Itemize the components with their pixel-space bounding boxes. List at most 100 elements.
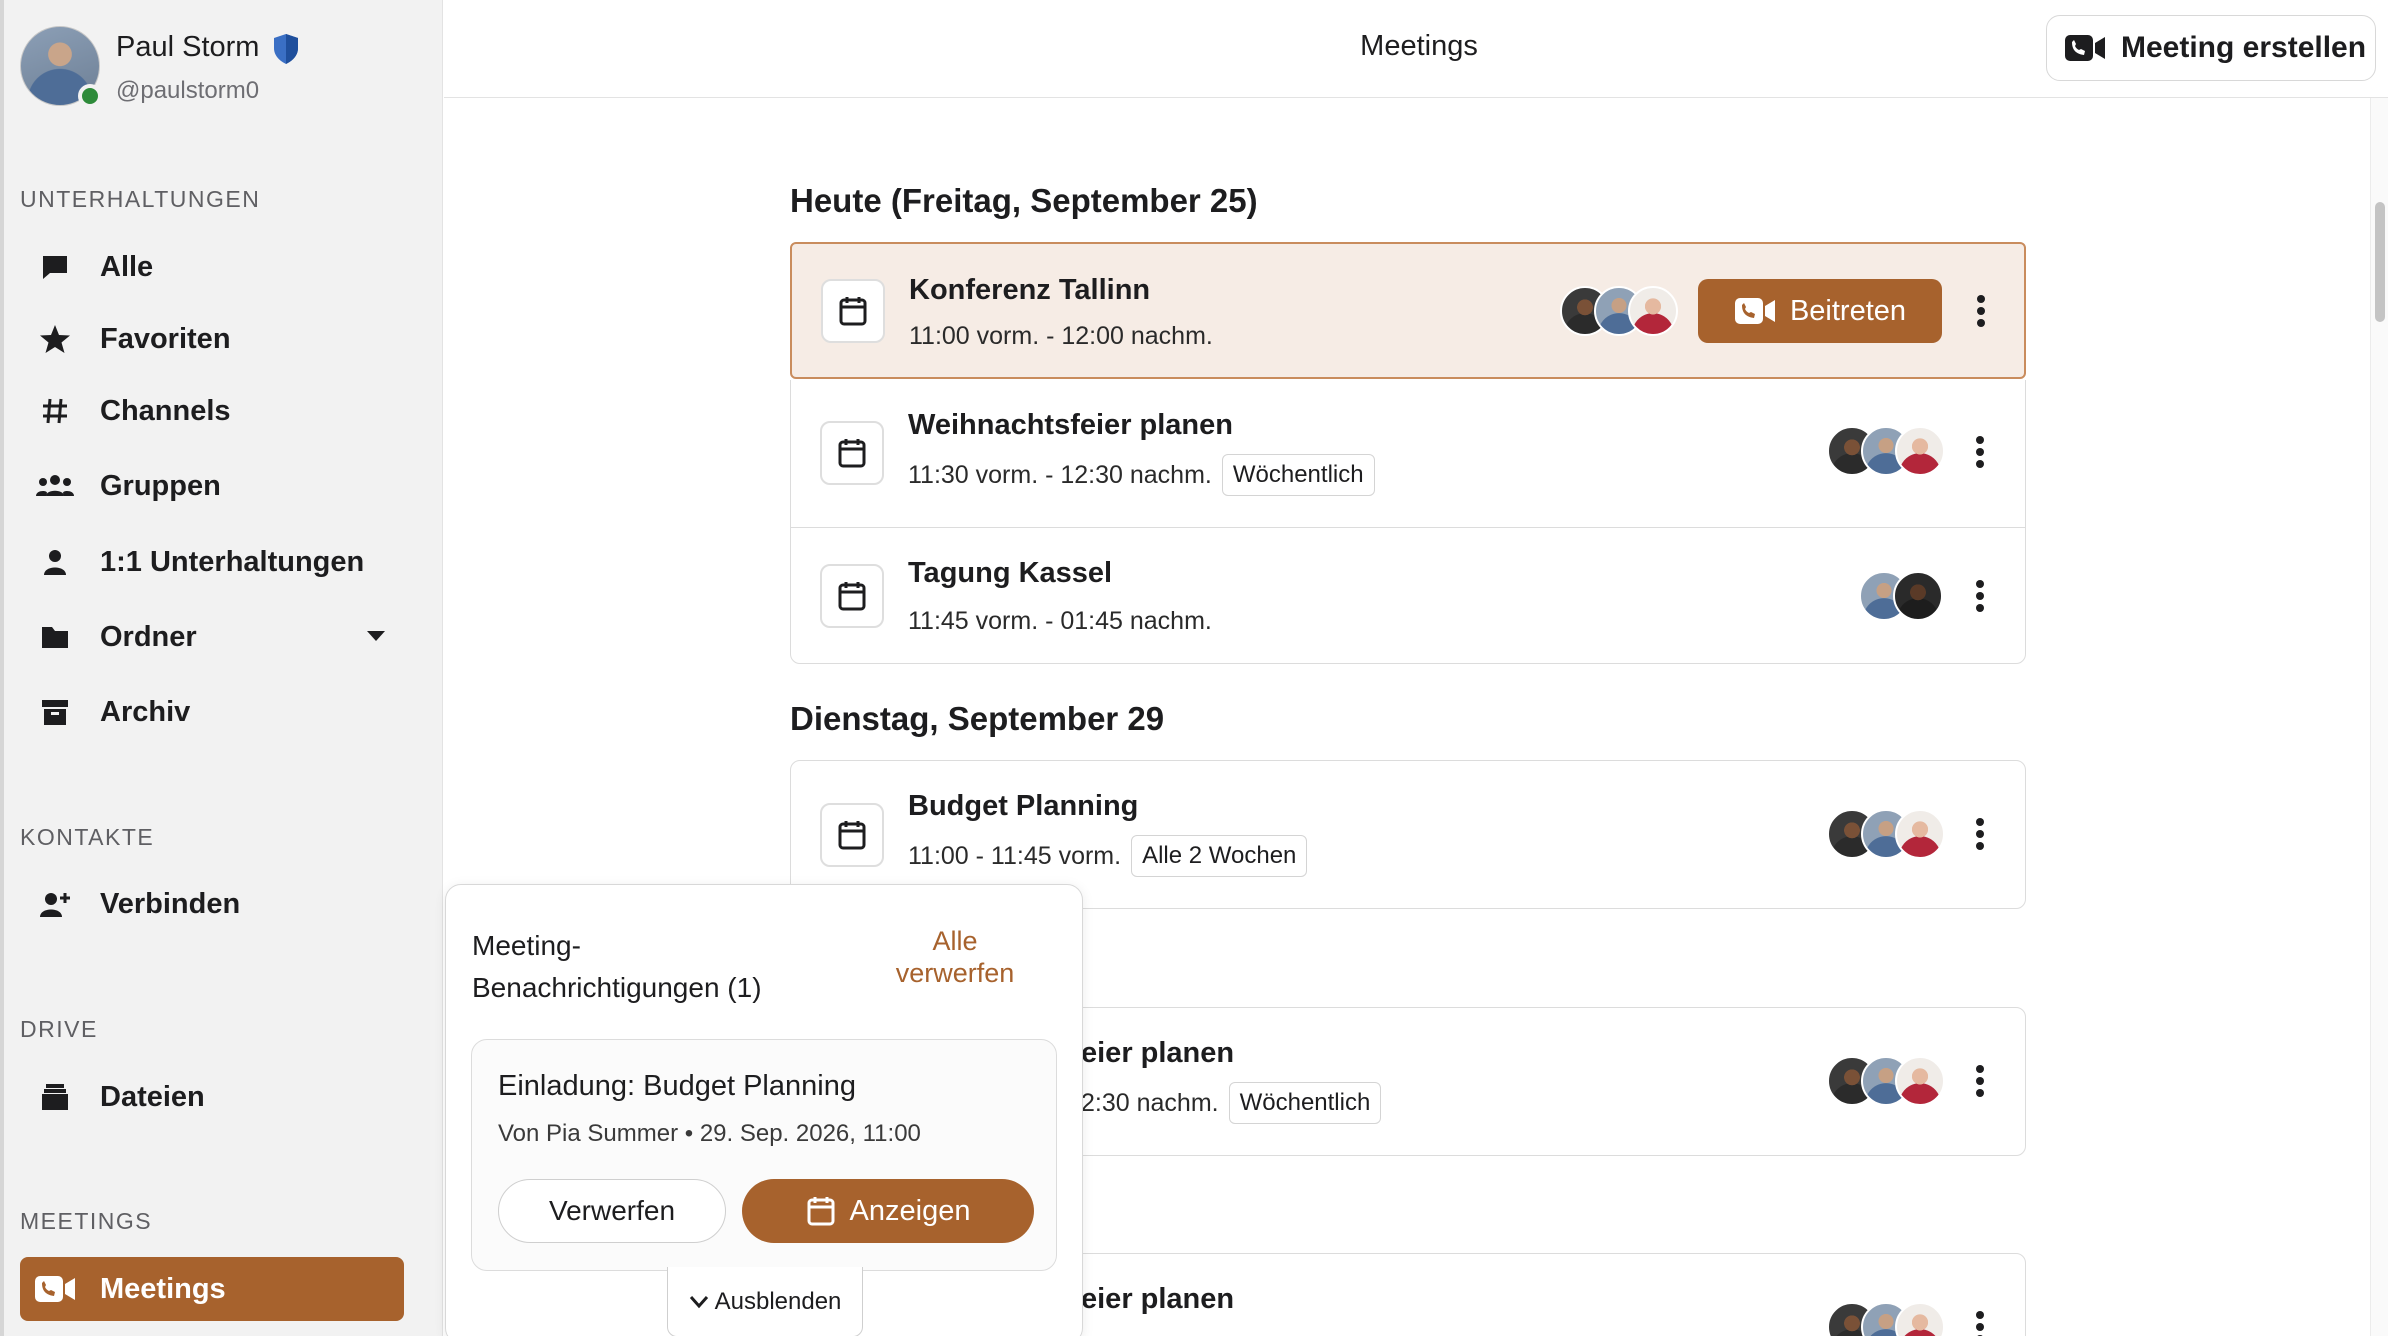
more-options-icon[interactable] <box>1970 1061 1990 1101</box>
sidebar-item-label: Favoriten <box>100 322 231 355</box>
chat-bubble-icon <box>34 246 76 288</box>
avatar <box>1895 1056 1945 1106</box>
user-handle: @paulstorm0 <box>116 77 260 104</box>
dismiss-all-button[interactable]: Alle verwerfen <box>880 925 1030 989</box>
calendar-icon <box>820 564 884 628</box>
sidebar-item-label: Dateien <box>100 1080 205 1113</box>
sidebar: Paul Storm @paulstorm0 UNTERHALTUNGEN Al… <box>0 0 443 1336</box>
participant-avatars[interactable] <box>1827 1302 1945 1336</box>
add-person-icon <box>34 883 76 925</box>
more-options-icon[interactable] <box>1970 432 1990 472</box>
view-label: Anzeigen <box>849 1194 971 1227</box>
notifications-title: Meeting- Benachrichtigungen (1) <box>472 925 832 1009</box>
recurrence-badge: Wöchentlich <box>1228 1082 1382 1124</box>
meeting-title: Budget Planning <box>908 790 1139 822</box>
notifications-title-line: Meeting- <box>472 930 581 961</box>
invitation-card: Einladung: Budget Planning Von Pia Summe… <box>471 1039 1057 1271</box>
day-heading: Dienstag, September 29 <box>790 700 1165 737</box>
user-profile[interactable]: Paul Storm @paulstorm0 <box>20 26 420 110</box>
files-icon <box>34 1076 76 1118</box>
meeting-title: Konferenz Tallinn <box>909 274 1151 306</box>
invitation-title: Einladung: Budget Planning <box>498 1070 856 1102</box>
avatar <box>1895 1302 1945 1336</box>
participant-avatars[interactable] <box>1859 571 1943 621</box>
join-button[interactable]: Beitreten <box>1698 279 1942 343</box>
video-call-icon <box>1734 298 1775 324</box>
sidebar-item-label: Alle <box>100 250 154 283</box>
calendar-icon <box>807 1197 835 1226</box>
participant-avatars[interactable] <box>1827 426 1945 476</box>
sidebar-item-label: Verbinden <box>100 887 241 920</box>
meeting-notifications-panel: Meeting- Benachrichtigungen (1) Alle ver… <box>445 884 1083 1336</box>
view-button[interactable]: Anzeigen <box>742 1179 1034 1243</box>
meeting-time-row: 11:00 - 11:45 vorm. Alle 2 Wochen <box>908 835 1308 877</box>
folder-icon <box>34 616 76 658</box>
video-call-icon <box>34 1268 76 1310</box>
sidebar-item-label: Gruppen <box>100 469 221 502</box>
create-meeting-button[interactable]: Meeting erstellen <box>2046 15 2376 81</box>
sidebar-item-connect[interactable]: Verbinden <box>20 872 404 936</box>
calendar-icon <box>820 421 884 485</box>
participant-avatars[interactable] <box>1827 809 1945 859</box>
sidebar-item-label: Ordner <box>100 620 197 653</box>
archive-icon <box>34 691 76 733</box>
sidebar-item-all[interactable]: Alle <box>20 235 404 299</box>
sidebar-item-label: Meetings <box>100 1272 226 1305</box>
meeting-time-row: 11:30 vorm. - 12:30 nachm. Wöchentlich <box>908 454 1375 496</box>
sidebar-item-direct-messages[interactable]: 1:1 Unterhaltungen <box>20 530 404 594</box>
sidebar-item-favorites[interactable]: Favoriten <box>20 307 404 371</box>
avatar <box>1895 426 1945 476</box>
meeting-card[interactable]: Tagung Kassel 11:45 vorm. - 01:45 nachm. <box>790 527 2026 664</box>
user-name: Paul Storm <box>116 31 260 63</box>
hash-icon <box>34 390 76 432</box>
video-call-icon <box>2065 35 2105 61</box>
reject-button[interactable]: Verwerfen <box>498 1179 726 1243</box>
notifications-title-line: Benachrichtigungen (1) <box>472 972 762 1003</box>
meeting-title: Tagung Kassel <box>908 557 1113 589</box>
section-conversations: UNTERHALTUNGEN <box>20 186 261 212</box>
meeting-title: eier planen <box>1081 1283 1235 1315</box>
meeting-time: 2:30 nachm. <box>1081 1088 1219 1117</box>
calendar-icon <box>820 803 884 867</box>
scroll-thumb[interactable] <box>2375 202 2385 322</box>
participant-avatars[interactable] <box>1827 1056 1945 1106</box>
meeting-time: 11:00 vorm. - 12:00 nachm. <box>909 322 1213 350</box>
sidebar-item-channels[interactable]: Channels <box>20 379 404 443</box>
sidebar-item-label: Channels <box>100 394 231 427</box>
reject-label: Verwerfen <box>548 1195 676 1226</box>
sidebar-item-archive[interactable]: Archiv <box>20 680 404 744</box>
header: Meetings Meeting erstellen <box>444 0 2388 98</box>
person-icon <box>34 541 76 583</box>
participant-avatars[interactable] <box>1560 286 1678 336</box>
collapse-button[interactable]: Ausblenden <box>667 1267 863 1336</box>
sidebar-item-folders[interactable]: Ordner <box>20 605 404 669</box>
meeting-title: Weihnachtsfeier planen <box>908 409 1233 441</box>
star-icon <box>34 318 76 360</box>
sidebar-item-label: 1:1 Unterhaltungen <box>100 545 365 578</box>
meeting-time: 11:45 vorm. - 01:45 nachm. <box>908 607 1212 635</box>
meeting-time: 11:30 vorm. - 12:30 nachm. <box>908 460 1212 489</box>
section-meetings: MEETINGS <box>20 1208 153 1234</box>
more-options-icon[interactable] <box>1971 291 1991 331</box>
more-options-icon[interactable] <box>1970 814 1990 854</box>
section-contacts: KONTAKTE <box>20 824 155 850</box>
meeting-title: eier planen <box>1081 1037 1235 1069</box>
meeting-card[interactable]: Konferenz Tallinn 11:00 vorm. - 12:00 na… <box>790 242 2026 379</box>
sidebar-item-groups[interactable]: Gruppen <box>20 454 404 518</box>
meeting-card[interactable]: Weihnachtsfeier planen 11:30 vorm. - 12:… <box>790 380 2026 528</box>
meeting-time: 11:00 - 11:45 vorm. <box>908 841 1122 870</box>
scrollbar[interactable] <box>2370 98 2388 1336</box>
avatar <box>1895 809 1945 859</box>
join-label: Beitreten <box>1789 294 1907 327</box>
avatar <box>1628 286 1678 336</box>
more-options-icon[interactable] <box>1970 1307 1990 1336</box>
more-options-icon[interactable] <box>1970 576 1990 616</box>
collapse-label: Ausblenden <box>714 1287 842 1315</box>
meeting-time-row: 2:30 nachm. Wöchentlich <box>1081 1082 1382 1124</box>
sidebar-item-files[interactable]: Dateien <box>20 1065 404 1129</box>
chevron-down-icon[interactable] <box>366 629 386 643</box>
sidebar-item-meetings[interactable]: Meetings <box>20 1257 404 1321</box>
chevron-down-icon <box>689 1295 708 1308</box>
create-meeting-label: Meeting erstellen <box>2121 31 2367 64</box>
recurrence-badge: Wöchentlich <box>1221 454 1375 496</box>
